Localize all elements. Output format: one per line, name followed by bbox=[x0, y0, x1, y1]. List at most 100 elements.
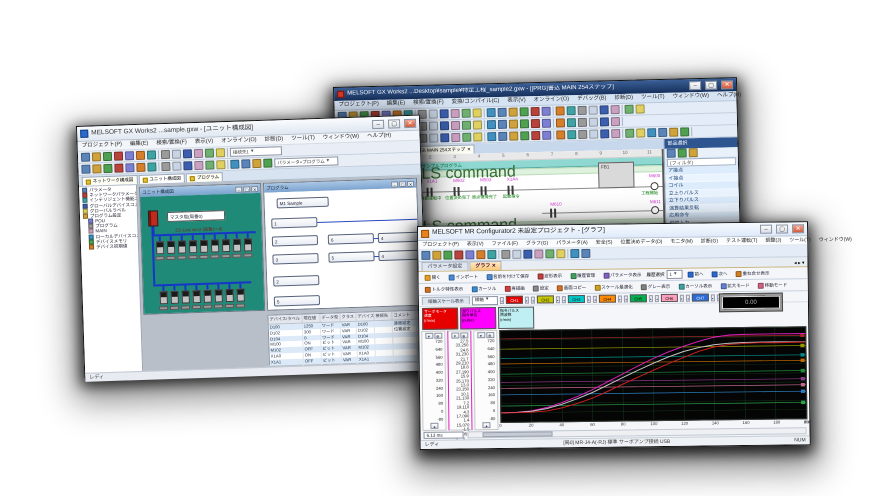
channel-prev-button[interactable]: ◂ bbox=[655, 295, 659, 302]
toolbar-icon[interactable] bbox=[473, 132, 482, 141]
toolbar-icon[interactable] bbox=[183, 149, 192, 158]
column-header[interactable]: データ型 bbox=[320, 313, 340, 322]
channel-chip-CH2[interactable]: CH2 bbox=[537, 295, 554, 303]
program-block[interactable]: 5 bbox=[328, 251, 374, 263]
program-block[interactable]: 2 bbox=[273, 275, 319, 287]
toolbar-icon[interactable] bbox=[669, 128, 678, 137]
scale-zoom-in-button[interactable]: ▴ bbox=[430, 423, 438, 429]
toolbar-icon[interactable] bbox=[570, 249, 579, 258]
menu-item[interactable]: 表示(V) bbox=[191, 139, 218, 146]
menu-item[interactable]: ウィンドウ(W) bbox=[319, 134, 364, 142]
pane-tool-icon[interactable] bbox=[678, 148, 687, 157]
toolbar-icon[interactable] bbox=[103, 152, 112, 161]
toolbar-icon[interactable] bbox=[81, 165, 90, 174]
maximize-button[interactable]: ▢ bbox=[388, 119, 400, 128]
toolbar-icon[interactable] bbox=[647, 128, 656, 137]
slave-device[interactable] bbox=[193, 290, 201, 303]
toolbar-icon[interactable] bbox=[520, 119, 529, 128]
maximize-button[interactable]: ▢ bbox=[776, 224, 788, 233]
menu-item[interactable]: オンライン(O) bbox=[217, 137, 261, 145]
block-diagram[interactable]: M1 Sample 126435425 bbox=[264, 188, 420, 310]
coil-symbol[interactable] bbox=[650, 182, 658, 190]
toolbar-icon[interactable] bbox=[454, 250, 463, 259]
toolbar-icon[interactable] bbox=[625, 105, 634, 114]
toolbar-icon[interactable] bbox=[194, 149, 203, 158]
toolbar-icon[interactable] bbox=[567, 106, 576, 115]
toolbar-icon[interactable] bbox=[680, 127, 689, 136]
coil-symbol[interactable] bbox=[651, 206, 659, 214]
toolbar-icon[interactable] bbox=[473, 120, 482, 129]
minimize-button[interactable]: – bbox=[689, 81, 701, 90]
channel-chip-CH5[interactable]: CH5 bbox=[630, 294, 647, 302]
channel-chip-CH6[interactable]: CH6 bbox=[661, 294, 678, 302]
graph-button[interactable]: 再描画 bbox=[501, 284, 528, 292]
scrollbar-thumb[interactable] bbox=[483, 431, 553, 437]
menu-item[interactable]: 診断(D) bbox=[610, 95, 637, 102]
scale-zoom-out-button[interactable]: ▾ bbox=[477, 332, 485, 338]
menu-item[interactable]: 安全(S) bbox=[592, 240, 617, 246]
channel-prev-button[interactable]: ◂ bbox=[531, 296, 535, 303]
toolbar-icon[interactable] bbox=[172, 162, 181, 171]
channel-next-button[interactable]: ▸ bbox=[711, 294, 715, 301]
network-diagram[interactable]: マスタ局(局番0) CC-Link Ver.2 (局番1〜9) bbox=[140, 193, 264, 314]
toolbar-icon[interactable] bbox=[531, 131, 540, 140]
toolbar-icon[interactable] bbox=[429, 133, 438, 142]
column-header[interactable]: デバイス bbox=[356, 312, 374, 321]
history-select[interactable]: 1 bbox=[666, 270, 682, 279]
channel-next-button[interactable]: ▸ bbox=[680, 294, 684, 301]
toolbar-icon[interactable] bbox=[589, 106, 598, 115]
toolbar-icon[interactable] bbox=[509, 107, 518, 116]
toolbar-icon[interactable] bbox=[172, 150, 181, 159]
toolbar-icon[interactable] bbox=[92, 164, 101, 173]
menu-item[interactable]: ツール(T) bbox=[785, 237, 814, 243]
toolbar-icon[interactable] bbox=[429, 109, 438, 118]
menu-item[interactable]: プロジェクト(P) bbox=[78, 142, 127, 150]
column-header[interactable]: コメント bbox=[392, 311, 416, 320]
program-block[interactable]: 2 bbox=[272, 235, 318, 247]
slave-device[interactable] bbox=[236, 289, 244, 302]
program-block[interactable]: 3 bbox=[272, 253, 318, 265]
close-button[interactable]: ✕ bbox=[251, 185, 258, 191]
toolbar-icon[interactable] bbox=[498, 120, 507, 129]
slave-device[interactable] bbox=[156, 241, 164, 254]
menu-item[interactable]: 位置決めデータ(D) bbox=[616, 239, 666, 246]
toolbar-icon[interactable] bbox=[581, 249, 590, 258]
toolbar-icon[interactable] bbox=[611, 129, 620, 138]
program-block[interactable]: 5 bbox=[274, 295, 320, 307]
channel-chip-CH4[interactable]: CH4 bbox=[599, 295, 616, 303]
toolbar-icon[interactable] bbox=[542, 131, 551, 140]
pane-tool-icon[interactable] bbox=[667, 149, 676, 158]
menu-item[interactable]: グラフ(G) bbox=[522, 240, 552, 246]
slave-device[interactable] bbox=[244, 238, 252, 251]
toolbar-icon[interactable] bbox=[147, 162, 156, 171]
menu-item[interactable]: 変換/コンパイル(C) bbox=[448, 98, 504, 106]
toolbar-icon[interactable] bbox=[531, 119, 540, 128]
maximize-button[interactable]: ▢ bbox=[399, 181, 406, 187]
toolbar-icon[interactable] bbox=[92, 152, 101, 161]
menu-item[interactable]: ファイル(F) bbox=[488, 241, 522, 247]
target-combo[interactable]: パラメータ+プログラム bbox=[274, 156, 338, 167]
toolbar-icon[interactable] bbox=[578, 118, 587, 127]
toolbar-icon[interactable] bbox=[487, 120, 496, 129]
menu-item[interactable]: ツール(T) bbox=[637, 94, 669, 101]
toolbar-icon[interactable] bbox=[161, 150, 170, 159]
channel-next-button[interactable]: ▸ bbox=[587, 295, 591, 302]
graph-button[interactable]: カーソル bbox=[468, 284, 499, 292]
menu-item[interactable]: テスト運転(T) bbox=[722, 238, 761, 244]
menu-item[interactable]: 表示(V) bbox=[463, 241, 488, 247]
toolbar-icon[interactable] bbox=[636, 104, 645, 113]
toolbar-icon[interactable] bbox=[578, 106, 587, 115]
menu-item[interactable]: 編集(E) bbox=[383, 100, 409, 107]
column-header[interactable]: デバイス/ラベル bbox=[268, 315, 302, 324]
program-block[interactable]: 6 bbox=[328, 233, 374, 245]
menu-item[interactable]: パラメータ(A) bbox=[552, 240, 592, 246]
slave-device[interactable] bbox=[214, 289, 222, 302]
toolbar-icon[interactable] bbox=[556, 118, 565, 127]
toolbar-icon[interactable] bbox=[600, 129, 609, 138]
toolbar-icon[interactable] bbox=[501, 250, 510, 259]
toolbar-icon[interactable] bbox=[520, 131, 529, 140]
slave-device[interactable] bbox=[225, 289, 233, 302]
graph-button[interactable]: 名前を付けて保存 bbox=[483, 272, 532, 281]
toolbar-icon[interactable] bbox=[194, 161, 203, 170]
toolbar-icon[interactable] bbox=[578, 130, 587, 139]
